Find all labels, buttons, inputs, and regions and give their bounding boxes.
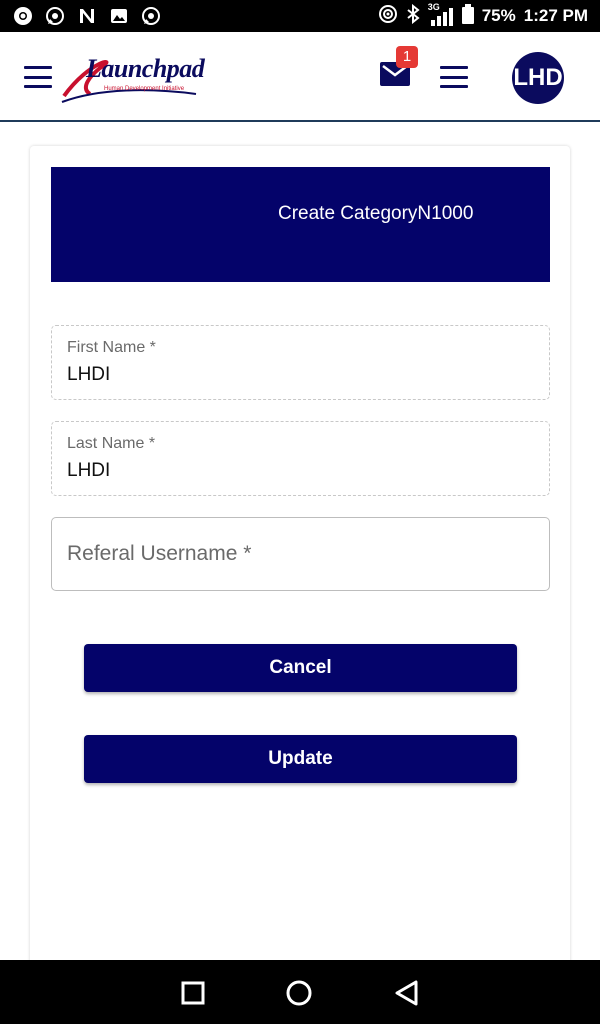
clock: 1:27 PM bbox=[523, 6, 588, 25]
signal-icon: 3G bbox=[428, 2, 454, 28]
referal-username-placeholder: Referal Username * bbox=[67, 542, 252, 565]
menu-icon[interactable] bbox=[24, 66, 52, 88]
n-icon bbox=[76, 5, 98, 27]
first-name-value[interactable]: LHDI bbox=[67, 364, 110, 386]
whatsapp-icon bbox=[44, 5, 66, 27]
battery-icon bbox=[461, 3, 474, 29]
bluetooth-icon bbox=[406, 3, 420, 29]
cancel-button[interactable]: Cancel bbox=[84, 644, 517, 692]
system-status: 3G 75% 1:27 PM bbox=[378, 0, 588, 32]
first-name-field[interactable]: First Name * LHDI bbox=[51, 325, 550, 400]
status-bar: 3G 75% 1:27 PM bbox=[0, 0, 600, 32]
notification-badge: 1 bbox=[396, 46, 418, 68]
navigation-bar bbox=[0, 960, 600, 1024]
gallery-icon bbox=[108, 5, 130, 27]
last-name-value[interactable]: LHDI bbox=[67, 460, 110, 482]
last-name-label: Last Name * bbox=[67, 435, 156, 452]
last-name-field[interactable]: Last Name * LHDI bbox=[51, 421, 550, 496]
avatar[interactable]: LHD bbox=[512, 52, 564, 104]
app-header: Launchpad Human Development Initiative 1… bbox=[0, 32, 600, 122]
logo-text: Launchpad bbox=[86, 54, 205, 83]
home-icon[interactable] bbox=[284, 978, 314, 1008]
back-icon[interactable] bbox=[392, 978, 422, 1008]
chrome-icon bbox=[12, 5, 34, 27]
notification-icons bbox=[12, 4, 162, 28]
referal-username-field[interactable]: Referal Username * bbox=[51, 517, 550, 591]
battery-percent: 75% bbox=[481, 6, 516, 25]
logo-subtitle: Human Development Initiative bbox=[104, 86, 185, 92]
launchpad-logo[interactable]: Launchpad Human Development Initiative bbox=[60, 50, 205, 106]
recent-apps-icon[interactable] bbox=[178, 978, 208, 1008]
menu-icon[interactable] bbox=[440, 66, 468, 88]
banner-title: Create CategoryN1000 bbox=[278, 203, 474, 224]
form-banner: Create CategoryN1000 bbox=[51, 167, 550, 282]
hotspot-icon bbox=[378, 4, 398, 29]
first-name-label: First Name * bbox=[67, 339, 156, 356]
update-button[interactable]: Update bbox=[84, 735, 517, 783]
whatsapp-icon bbox=[140, 5, 162, 27]
